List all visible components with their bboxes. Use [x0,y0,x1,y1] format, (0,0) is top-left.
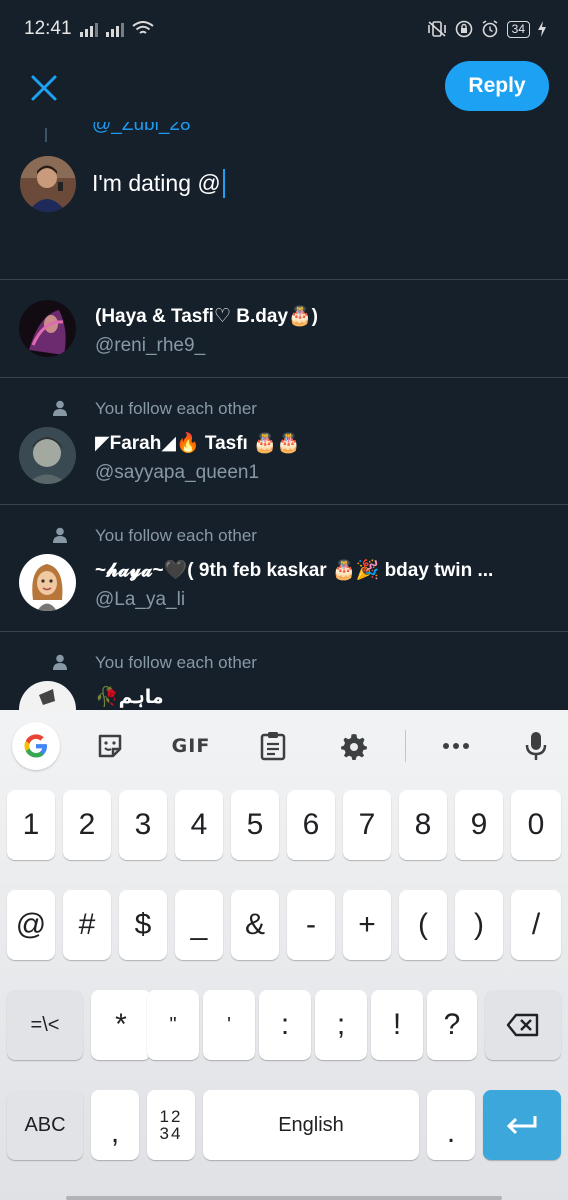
clipboard-button[interactable] [251,724,295,768]
navigation-handle[interactable] [66,1196,502,1200]
gif-label: GIF [171,735,211,757]
enter-icon [506,1116,537,1135]
follow-status: You follow each other [95,653,257,672]
follow-status: You follow each other [95,526,257,545]
alarm-icon [482,20,498,38]
suggestion-name: 🥀ماہم [95,687,164,708]
close-button[interactable] [24,68,64,108]
suggestion-item[interactable]: You follow each other ~𝓱𝓪𝔂𝓪~🖤( 9th feb k… [0,505,568,631]
compose-area: I'm dating @ [0,142,568,279]
suggestion-handle: @La_ya_li [95,589,186,610]
key-open-paren[interactable]: ( [399,890,447,960]
key-1[interactable]: 1 [7,790,55,860]
suggestion-item[interactable]: (Haya & Tasfi♡ B.day🎂) @reni_rhe9_ [0,280,568,377]
numpad-key[interactable]: 12 34 [147,1090,195,1160]
follow-status: You follow each other [95,399,257,418]
person-icon [53,527,67,543]
key-comma[interactable]: , [91,1090,139,1160]
person-icon [53,654,67,670]
avatar [20,156,76,212]
key-period[interactable]: . [427,1090,475,1160]
replying-to-handle[interactable]: @_Zubi_28 [92,122,191,142]
numpad-key-bottom: 34 [159,1124,183,1143]
key-colon[interactable]: : [259,990,311,1060]
backspace-key[interactable] [485,990,561,1060]
backspace-icon [506,1013,539,1037]
google-search-button[interactable] [12,722,60,770]
key-semicolon[interactable]: ; [315,990,367,1060]
key-3[interactable]: 3 [119,790,167,860]
key-7[interactable]: 7 [343,790,391,860]
charging-icon [538,21,546,37]
wifi-icon [131,21,154,34]
key-close-paren[interactable]: ) [455,890,503,960]
key-2[interactable]: 2 [63,790,111,860]
avatar [19,554,76,611]
suggestion-item[interactable]: You follow each other 🥀ماہم [0,632,568,710]
key-exclamation[interactable]: ! [371,990,423,1060]
key-8[interactable]: 8 [399,790,447,860]
microphone-icon [525,732,547,760]
key-underscore[interactable]: _ [175,890,223,960]
key-more-symbols[interactable]: =\< [7,990,83,1060]
avatar [19,300,76,357]
keyboard-toolbar: GIF [0,710,568,780]
suggestion-name: (Haya & Tasfi♡ B.day🎂) [95,306,318,327]
text-cursor [222,169,225,198]
key-6[interactable]: 6 [287,790,335,860]
thread-line [45,128,47,142]
microphone-button[interactable] [514,724,558,768]
toolbar-separator [405,730,406,762]
compose-header: Reply [0,58,568,128]
key-double-quote[interactable]: " [147,990,199,1060]
key-plus[interactable]: + [343,890,391,960]
key-9[interactable]: 9 [455,790,503,860]
tweet-input[interactable]: I'm dating @ [92,169,225,198]
suggestion-handle: @reni_rhe9_ [95,335,206,356]
key-slash[interactable]: / [511,890,561,960]
enter-key[interactable] [483,1090,561,1160]
gif-button[interactable]: GIF [168,724,214,768]
suggestion-name: ◤Farah◢🔥 Tasfı 🎂🎂 [95,433,301,454]
google-icon [24,734,47,758]
numpad-key-top: 12 [159,1107,183,1126]
person-icon [53,400,67,416]
suggestion-item[interactable]: You follow each other ◤Farah◢🔥 Tasfı 🎂🎂 … [0,378,568,504]
more-button[interactable] [434,724,478,768]
key-question[interactable]: ? [427,990,477,1060]
avatar [19,427,76,484]
status-time: 12:41 [24,18,72,39]
key-minus[interactable]: - [287,890,335,960]
key-5[interactable]: 5 [231,790,279,860]
signal-icon [105,21,124,37]
key-ampersand[interactable]: & [231,890,279,960]
clipboard-icon [260,732,286,761]
key-single-quote[interactable]: ' [203,990,255,1060]
abc-key[interactable]: ABC [7,1090,83,1160]
sticker-icon [98,734,122,758]
suggestion-name: ~𝓱𝓪𝔂𝓪~🖤( 9th feb kaskar 🎂🎉 bday twin ... [95,560,494,581]
key-hash[interactable]: # [63,890,111,960]
space-key[interactable]: English [203,1090,419,1160]
reply-button[interactable]: Reply [445,61,549,111]
keyboard: GIF 1 2 3 4 5 6 7 8 9 0 @ # $ _ & - + ( … [0,710,568,1200]
key-0[interactable]: 0 [511,790,561,860]
key-at[interactable]: @ [7,890,55,960]
battery-level: 34 [506,20,530,38]
signal-icon [79,21,98,37]
gear-icon [341,734,367,760]
status-bar: 12:41 34 [0,0,568,58]
settings-button[interactable] [332,724,376,768]
more-icon [443,743,469,749]
sticker-button[interactable] [88,724,132,768]
vibrate-icon [427,21,446,37]
lock-icon [455,20,472,38]
key-asterisk[interactable]: * [91,990,151,1060]
avatar [19,681,76,710]
suggestion-handle: @sayyapa_queen1 [95,462,260,483]
key-dollar[interactable]: $ [119,890,167,960]
key-4[interactable]: 4 [175,790,223,860]
close-icon [31,75,57,101]
